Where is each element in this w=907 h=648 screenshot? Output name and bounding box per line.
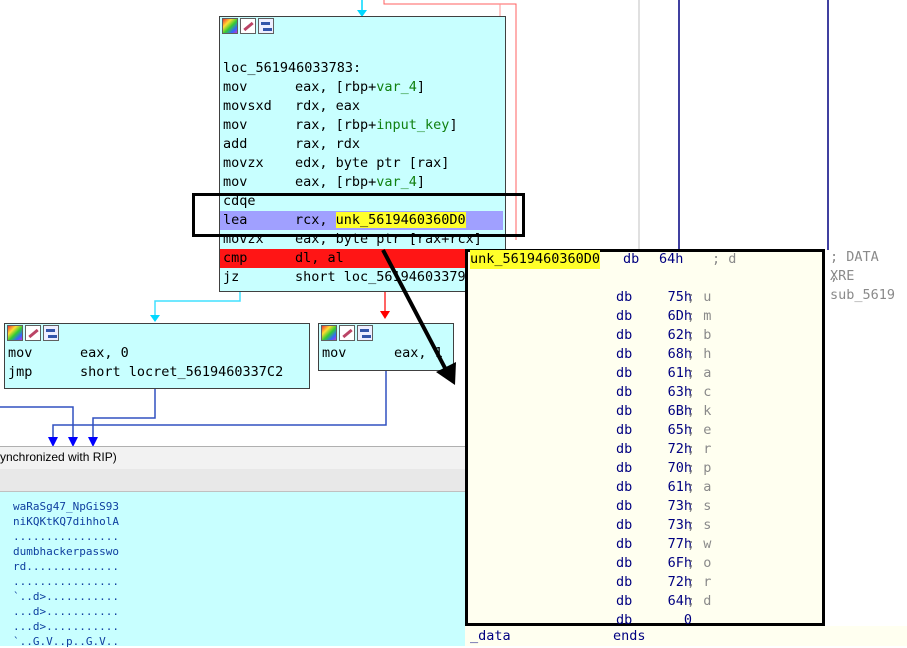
pointer-arrow [381, 249, 456, 385]
